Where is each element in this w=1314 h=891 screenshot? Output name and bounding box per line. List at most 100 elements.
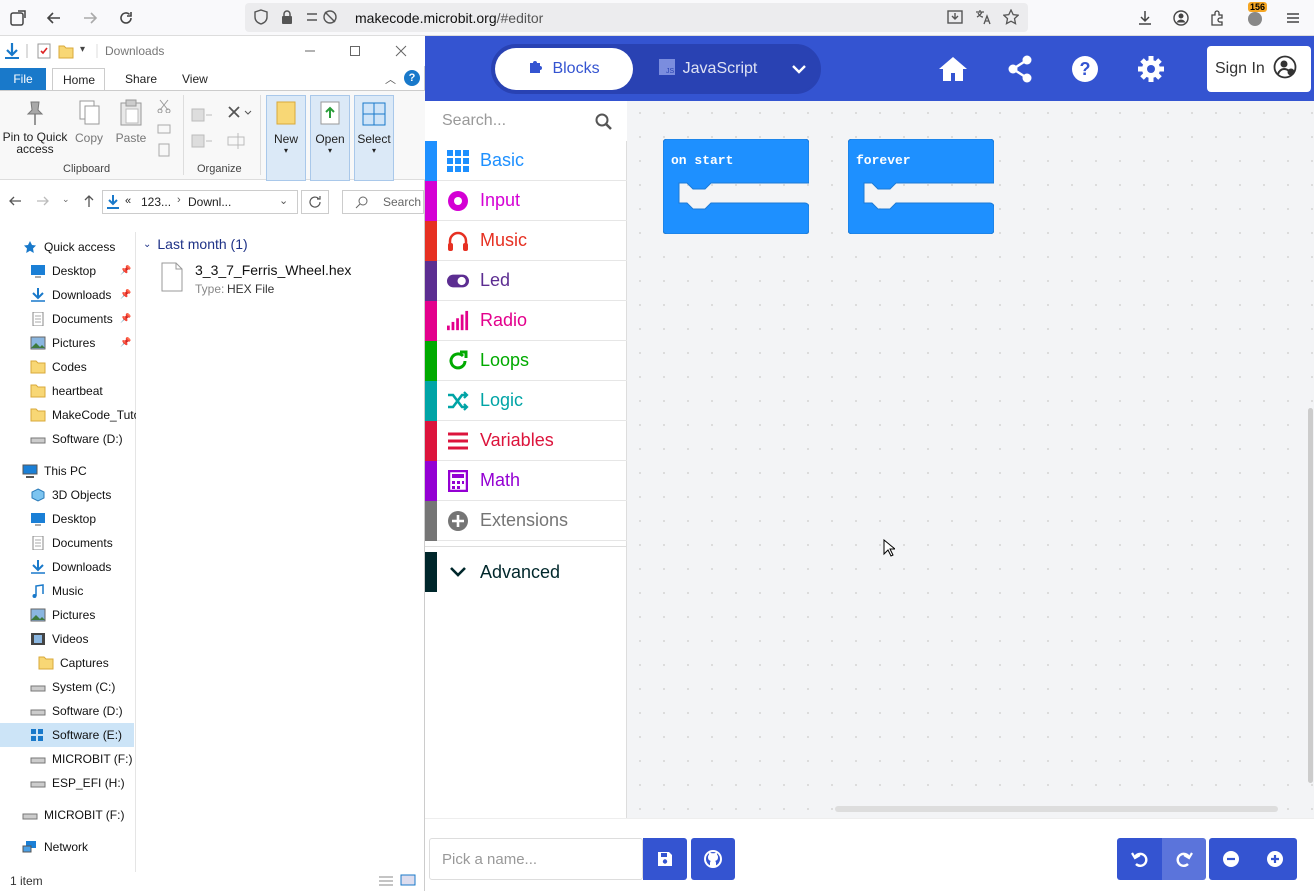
nav-pc-software-e[interactable]: Software (E:): [0, 723, 134, 747]
nav-quick-heartbeat[interactable]: heartbeat: [30, 379, 134, 403]
tab-share[interactable]: Share: [115, 68, 167, 90]
paste-shortcut-icon[interactable]: [157, 143, 171, 160]
vertical-scrollbar[interactable]: [1308, 408, 1313, 783]
pin-to-quick-access-button[interactable]: Pin to Quick access: [2, 95, 68, 155]
nav-quick-makecode-tuto[interactable]: MakeCode_Tuto: [30, 403, 136, 427]
copy-button[interactable]: Copy: [70, 95, 108, 145]
nav-up-icon[interactable]: [82, 194, 96, 211]
nav-pc-3d-objects[interactable]: 3D Objects: [30, 483, 134, 507]
tab-overview-icon[interactable]: [6, 6, 30, 30]
category-radio[interactable]: Radio: [425, 300, 627, 341]
nav-quick-documents[interactable]: Documents: [30, 307, 126, 331]
new-folder-icon[interactable]: [58, 42, 74, 63]
help-icon[interactable]: ?: [404, 70, 420, 86]
address-bar[interactable]: « 123... › Downl... ⌄: [102, 190, 298, 214]
nav-pc-microbit-f[interactable]: MICROBIT (F:): [30, 747, 134, 771]
maximize-button[interactable]: [335, 38, 375, 64]
paste-button[interactable]: Paste: [112, 95, 150, 145]
nav-network[interactable]: Network: [22, 835, 134, 859]
nav-quick-desktop[interactable]: Desktop: [30, 259, 126, 283]
nav-forward-icon[interactable]: [36, 194, 50, 211]
nav-pc-software-d[interactable]: Software (D:): [30, 699, 134, 723]
reload-icon[interactable]: [114, 6, 138, 30]
forever-block[interactable]: forever: [847, 138, 995, 235]
explorer-search-box[interactable]: Search D: [342, 190, 433, 214]
nav-quick-access[interactable]: Quick access: [22, 235, 134, 259]
category-advanced[interactable]: Advanced: [425, 552, 627, 592]
copy-path-icon[interactable]: [157, 122, 171, 139]
extensions-icon[interactable]: [1205, 6, 1229, 30]
lock-icon[interactable]: [279, 9, 295, 28]
share-button[interactable]: [1003, 52, 1037, 86]
category-input[interactable]: Input: [425, 180, 627, 221]
undo-button[interactable]: [1117, 838, 1162, 880]
horizontal-scrollbar[interactable]: [835, 806, 1278, 812]
properties-icon[interactable]: [36, 42, 52, 63]
on-start-block[interactable]: on start: [662, 138, 810, 235]
nav-pc-pictures[interactable]: Pictures: [30, 603, 134, 627]
permissions-icon[interactable]: [305, 9, 341, 28]
menu-icon[interactable]: [1281, 6, 1305, 30]
close-button[interactable]: [381, 38, 421, 64]
category-variables[interactable]: Variables: [425, 420, 627, 461]
shield-icon[interactable]: [253, 9, 269, 28]
nav-quick-codes[interactable]: Codes: [30, 355, 134, 379]
move-to-icon[interactable]: [190, 105, 214, 128]
zoom-out-button[interactable]: [1209, 838, 1253, 880]
details-view-icon[interactable]: [378, 875, 394, 890]
category-logic[interactable]: Logic: [425, 380, 627, 421]
refresh-button[interactable]: [301, 190, 329, 214]
nav-pc-videos[interactable]: Videos: [30, 627, 134, 651]
settings-button[interactable]: [1134, 52, 1168, 86]
nav-this-pc[interactable]: This PC: [22, 459, 134, 483]
zoom-in-button[interactable]: [1253, 838, 1297, 880]
address-segment-1[interactable]: 123...: [141, 195, 171, 209]
open-button[interactable]: Open ▾: [310, 95, 350, 181]
sign-in-button[interactable]: Sign In: [1207, 46, 1311, 92]
select-button[interactable]: Select ▾: [354, 95, 394, 181]
downloads-icon[interactable]: [1133, 6, 1157, 30]
nav-quick-software-d[interactable]: Software (D:): [30, 427, 134, 451]
nav-quick-pictures[interactable]: Pictures: [30, 331, 126, 355]
minimize-button[interactable]: [290, 38, 330, 64]
url-bar[interactable]: makecode.microbit.org/#editor: [245, 3, 1028, 32]
account-icon[interactable]: [1169, 6, 1193, 30]
address-dropdown-icon[interactable]: ⌄: [279, 194, 288, 207]
recent-locations-icon[interactable]: ⌄: [62, 194, 70, 205]
nav-back-icon[interactable]: [8, 194, 22, 211]
project-name-input[interactable]: Pick a name...: [429, 838, 643, 880]
category-extensions[interactable]: Extensions: [425, 500, 627, 541]
address-segment-2[interactable]: Downl...: [188, 195, 231, 209]
large-icons-view-icon[interactable]: [400, 874, 416, 889]
nav-pc-system-c[interactable]: System (C:): [30, 675, 134, 699]
nav-pc-captures[interactable]: Captures: [38, 651, 134, 675]
forward-icon[interactable]: [78, 6, 102, 30]
file-item[interactable]: 3_3_7_Ferris_Wheel.hex Type: HEX File: [157, 258, 387, 298]
tab-file[interactable]: File: [0, 68, 46, 90]
blocks-tab[interactable]: Blocks: [495, 48, 633, 90]
blocks-workspace[interactable]: on start forever: [628, 101, 1314, 818]
redo-button[interactable]: [1162, 838, 1206, 880]
group-header[interactable]: ⌄ Last month (1): [143, 234, 343, 254]
back-icon[interactable]: [42, 6, 66, 30]
category-math[interactable]: Math: [425, 460, 627, 501]
nav-pc-music[interactable]: Music: [30, 579, 134, 603]
category-basic[interactable]: Basic: [425, 140, 627, 181]
address-overflow[interactable]: «: [125, 195, 131, 207]
category-music[interactable]: Music: [425, 220, 627, 261]
qat-dropdown-icon[interactable]: ▾: [80, 44, 85, 55]
save-button[interactable]: [643, 838, 687, 880]
cut-icon[interactable]: [157, 99, 171, 116]
nav-microbit-drive[interactable]: MICROBIT (F:): [22, 803, 134, 827]
language-dropdown-button[interactable]: [779, 48, 819, 90]
nav-pc-desktop[interactable]: Desktop: [30, 507, 134, 531]
github-button[interactable]: [691, 838, 735, 880]
home-button[interactable]: [936, 52, 970, 86]
javascript-tab[interactable]: JS JavaScript: [643, 48, 773, 90]
help-button[interactable]: ?: [1068, 52, 1102, 86]
nav-quick-downloads[interactable]: Downloads: [30, 283, 126, 307]
rename-icon[interactable]: [226, 131, 250, 154]
tab-view[interactable]: View: [172, 68, 218, 90]
nav-pc-documents[interactable]: Documents: [30, 531, 134, 555]
copy-to-icon[interactable]: [190, 131, 214, 154]
